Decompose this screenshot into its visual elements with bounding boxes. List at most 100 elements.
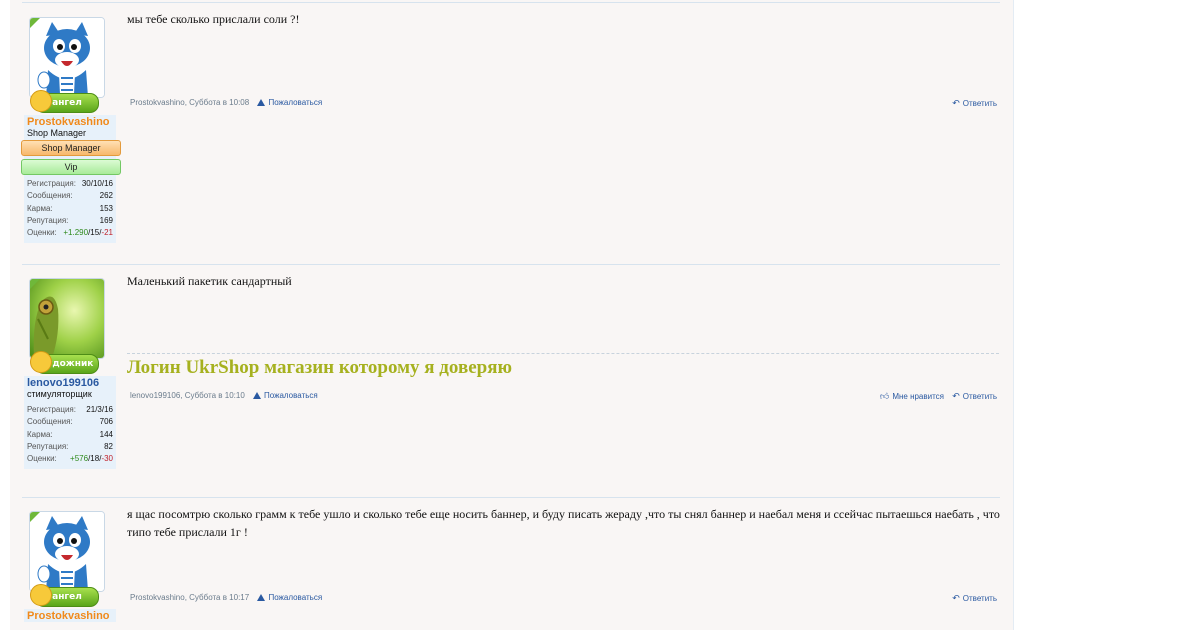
ratings-negative: -21 (101, 228, 113, 238)
stat-registration: 21/3/16 (86, 405, 113, 414)
message-text: Маленький пакетик сандартный (127, 274, 292, 288)
stat-label: Оценки: (27, 228, 57, 238)
reply-icon: ↶ (952, 98, 960, 108)
user-banner-shop-manager: Shop Manager (21, 140, 121, 156)
post-author-link[interactable]: Prostokvashino (130, 593, 185, 602)
user-card: ангел Prostokvashino Shop Manager Shop M… (21, 17, 121, 244)
post-divider (22, 497, 1000, 498)
stat-label: Карма: (27, 203, 53, 213)
post-date-link[interactable]: Суббота в 10:10 (185, 391, 245, 400)
report-label: Пожаловаться (264, 391, 318, 400)
stat-label: Оценки: (27, 454, 57, 464)
username-link[interactable]: Prostokvashino (24, 609, 116, 622)
user-stats: Регистрация: 21/3/16 Сообщения: 706 Карма:… (24, 401, 116, 469)
angel-rank-icon (30, 584, 52, 606)
ratings-negative: -30 (101, 454, 113, 464)
warning-icon (257, 99, 266, 106)
thumbs-up-icon: 👍︎ (879, 391, 890, 401)
user-stats: Регистрация: 30/10/16 Сообщения: 262 Карма… (24, 175, 116, 243)
stat-reputation[interactable]: 82 (104, 441, 113, 453)
post-author-link[interactable]: Prostokvashino (130, 98, 185, 107)
report-link[interactable]: Пожаловаться (257, 98, 322, 107)
ratings-positive: +576 (70, 454, 89, 464)
ratings-neutral: 18 (90, 454, 100, 464)
post-1: ангел Prostokvashino Shop Manager Shop M… (10, 8, 1013, 258)
online-indicator (30, 18, 40, 28)
post-3: ангел Prostokvashino я щас посомтрю скол… (10, 503, 1013, 630)
stat-reputation[interactable]: 169 (100, 215, 113, 227)
stat-label: Репутация: (27, 215, 69, 225)
ratings-neutral: 15 (90, 228, 100, 238)
warning-icon (257, 594, 266, 601)
report-link[interactable]: Пожаловаться (257, 593, 322, 602)
user-card: художник lenovo199106 стимуляторщик Реги… (24, 278, 116, 470)
post-date-link[interactable]: Суббота в 10:08 (189, 98, 249, 107)
user-info: Prostokvashino (24, 609, 116, 622)
cat-avatar-image (30, 512, 104, 591)
post-actions: ↶ Ответить (946, 98, 997, 109)
report-label: Пожаловаться (268, 98, 323, 107)
post-meta: Prostokvashino, Суббота в 10:17 Пожалова… (130, 593, 323, 602)
post-actions: ↶ Ответить (946, 593, 997, 604)
username-link[interactable]: Prostokvashino (24, 115, 116, 128)
post-actions: 👍︎ Мне нравится ↶ Ответить (874, 391, 997, 402)
user-banner-vip: Vip (21, 159, 121, 175)
stat-messages[interactable]: 706 (100, 416, 113, 428)
user-title: Shop Manager (27, 128, 87, 138)
reply-icon: ↶ (952, 593, 960, 603)
message-text: мы тебе сколько прислали соли ?! (127, 12, 300, 26)
stat-registration: 30/10/16 (81, 179, 113, 188)
thread-container: ангел Prostokvashino Shop Manager Shop M… (10, 0, 1014, 630)
report-link[interactable]: Пожаловаться (253, 391, 318, 400)
reply-label: Ответить (962, 594, 997, 603)
stat-label: Сообщения: (27, 191, 73, 201)
stat-label: Карма: (27, 429, 53, 439)
reply-button[interactable]: ↶ Ответить (952, 593, 997, 603)
artist-rank-icon (30, 351, 52, 373)
online-indicator (30, 512, 40, 522)
stat-ratings: +1.290/15/-21 (63, 228, 113, 238)
reply-icon: ↶ (952, 391, 960, 401)
reply-label: Ответить (962, 392, 997, 401)
rank-badge: художник (30, 351, 99, 374)
post-meta: Prostokvashino, Суббота в 10:08 Пожалова… (130, 98, 323, 107)
online-indicator (30, 279, 40, 289)
post-divider (22, 264, 1000, 265)
rank-label: ангел (52, 98, 82, 108)
user-title: стимуляторщик (27, 389, 92, 399)
warning-icon (253, 392, 262, 399)
avatar[interactable] (29, 511, 105, 592)
stat-messages[interactable]: 262 (100, 190, 113, 202)
rank-badge: ангел (30, 90, 99, 113)
cat-avatar-image (30, 18, 104, 97)
avatar[interactable] (29, 17, 105, 98)
user-info: lenovo199106 стимуляторщик Регистрация: 2… (24, 376, 116, 470)
chameleon-avatar-image (30, 279, 104, 358)
post-2: художник lenovo199106 стимуляторщик Реги… (10, 270, 1013, 495)
stat-karma: 144 (99, 429, 113, 439)
stat-ratings: +576/18/-30 (70, 454, 113, 464)
like-button[interactable]: 👍︎ Мне нравится (879, 391, 945, 401)
report-label: Пожаловаться (268, 593, 323, 602)
post-date-link[interactable]: Суббота в 10:17 (189, 593, 249, 602)
like-label: Мне нравится (892, 392, 945, 401)
rank-label: ангел (52, 592, 82, 602)
reply-label: Ответить (962, 99, 997, 108)
stat-label: Регистрация: (27, 405, 76, 414)
message-text: я щас посомтрю сколько грамм к тебе ушло… (127, 507, 1000, 539)
rank-badge: ангел (30, 584, 99, 607)
username-link[interactable]: lenovo199106 (24, 376, 116, 389)
signature-link[interactable]: Логин UkrShop магазин которому я доверяю (127, 357, 512, 379)
ratings-positive: +1.290 (63, 228, 89, 238)
reply-button[interactable]: ↶ Ответить (952, 98, 997, 108)
post-author-link[interactable]: lenovo199106 (130, 391, 180, 400)
stat-karma: 153 (99, 203, 113, 213)
avatar[interactable] (29, 278, 105, 359)
reply-button[interactable]: ↶ Ответить (952, 391, 997, 401)
signature-divider (127, 353, 999, 354)
post-divider (22, 2, 1000, 3)
stat-label: Сообщения: (27, 417, 73, 427)
post-meta: lenovo199106, Суббота в 10:10 Пожаловать… (130, 391, 318, 400)
stat-label: Репутация: (27, 441, 69, 451)
user-info: Prostokvashino Shop Manager Shop Manager… (21, 115, 121, 244)
